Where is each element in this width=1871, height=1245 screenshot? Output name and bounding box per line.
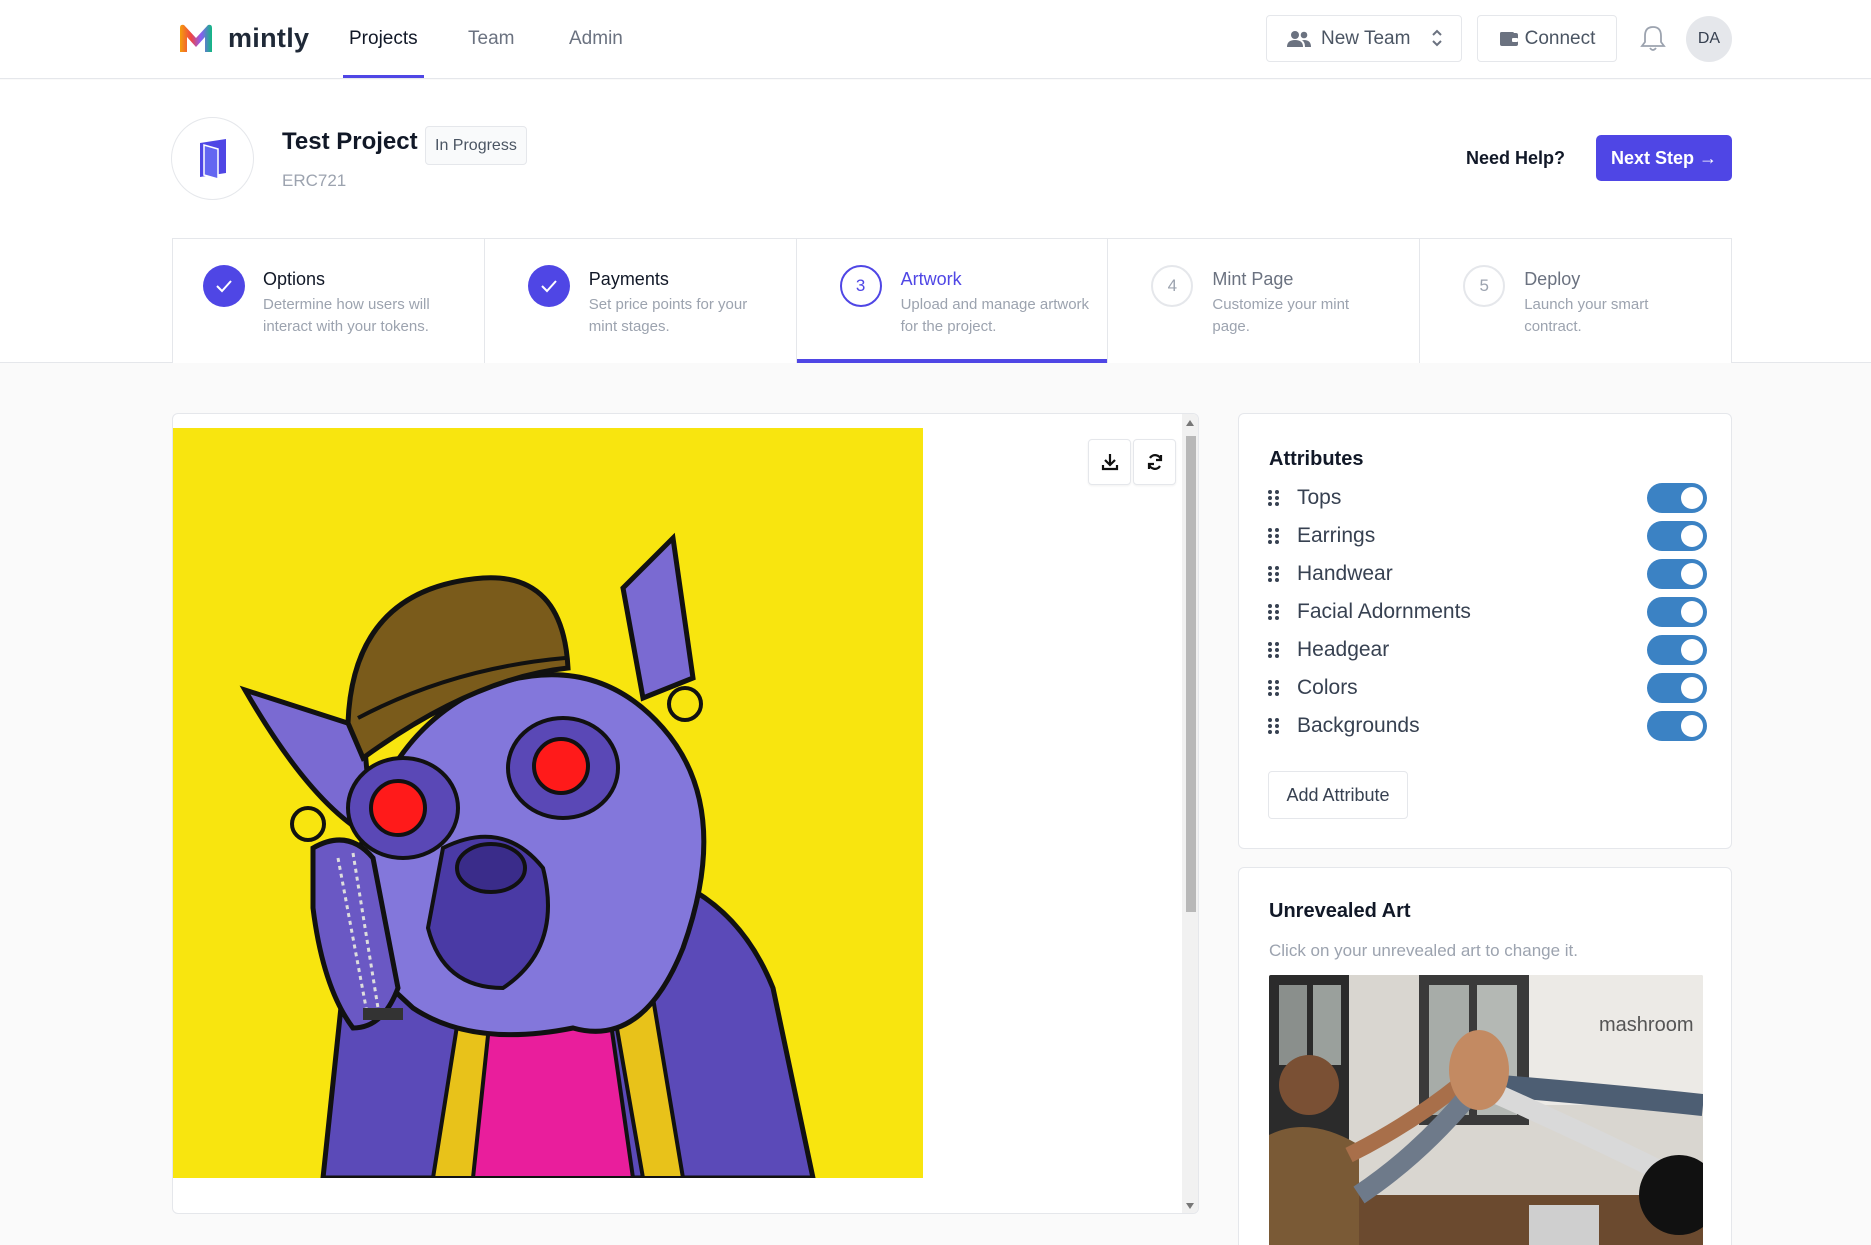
unrevealed-subtitle: Click on your unrevealed art to change i… [1269, 941, 1579, 960]
drag-handle-icon[interactable] [1267, 717, 1281, 735]
drag-handle-icon[interactable] [1267, 679, 1281, 697]
step-description: Customize your mint page. [1212, 296, 1350, 335]
app-logo[interactable]: mintly [178, 22, 309, 54]
scroll-thumb[interactable] [1186, 436, 1196, 912]
unrevealed-art-card: Unrevealed Art Click on your unrevealed … [1238, 867, 1732, 1245]
attribute-row[interactable]: Headgear [1267, 635, 1707, 665]
attribute-toggle[interactable] [1647, 673, 1707, 703]
connect-label: Connect [1524, 27, 1596, 49]
attribute-toggle[interactable] [1647, 521, 1707, 551]
drag-handle-icon[interactable] [1267, 603, 1281, 621]
bell-icon[interactable] [1640, 24, 1666, 52]
step-complete-indicator [203, 265, 245, 307]
step-deploy[interactable]: 5 Deploy Launch your smart contract. [1420, 239, 1731, 363]
step-description: Set price points for your mint stages. [588, 296, 748, 335]
mintly-logo-icon [180, 24, 212, 52]
refresh-icon [1147, 454, 1162, 470]
attribute-label: Tops [1297, 486, 1342, 509]
nav-tab-team[interactable]: Team [468, 28, 514, 50]
step-title: Deploy [1524, 269, 1581, 289]
need-help-link[interactable]: Need Help? [1466, 148, 1565, 169]
chevron-updown-icon [1432, 29, 1442, 47]
step-artwork[interactable]: 3 Artwork Upload and manage artwork for … [796, 239, 1109, 363]
step-title: Options [263, 269, 326, 289]
wizard-steps: Options Determine how users will interac… [172, 238, 1732, 363]
check-icon [541, 280, 557, 293]
attribute-row[interactable]: Backgrounds [1267, 711, 1707, 741]
nav-tab-projects[interactable]: Projects [349, 28, 418, 50]
step-number: 5 [1463, 265, 1506, 307]
step-title: Artwork [900, 269, 962, 289]
attribute-toggle[interactable] [1647, 483, 1707, 513]
unrevealed-art-image[interactable]: mashroom [1269, 975, 1703, 1245]
preview-scrollbar[interactable] [1182, 414, 1198, 1213]
step-title: Payments [588, 269, 669, 289]
attribute-toggle[interactable] [1647, 635, 1707, 665]
attribute-toggle[interactable] [1647, 711, 1707, 741]
status-badge: In Progress [425, 126, 527, 165]
unrevealed-title: Unrevealed Art [1269, 900, 1411, 922]
attribute-row[interactable]: Facial Adornments [1267, 597, 1707, 627]
connect-wallet-button[interactable]: Connect [1477, 15, 1617, 62]
attribute-row[interactable]: Earrings [1267, 521, 1707, 551]
step-number: 4 [1151, 265, 1194, 307]
wallet-icon [1499, 31, 1518, 46]
scroll-up-arrow[interactable] [1186, 420, 1194, 426]
download-icon [1101, 454, 1118, 471]
wall-sign-text: mashroom [1599, 1014, 1693, 1036]
step-payments[interactable]: Payments Set price points for your mint … [485, 239, 797, 363]
step-number: 3 [839, 265, 882, 307]
attribute-row[interactable]: Colors [1267, 673, 1707, 703]
artwork-preview-panel [172, 413, 1199, 1214]
step-description: Launch your smart contract. [1524, 296, 1649, 335]
nft-artwork-illustration [173, 428, 923, 1181]
team-select[interactable]: New Team [1266, 15, 1462, 62]
step-description: Upload and manage artwork for the projec… [900, 296, 1090, 335]
project-icon [171, 117, 254, 200]
top-nav: mintly Projects Team Admin New Team Conn… [0, 0, 1871, 79]
drag-handle-icon[interactable] [1267, 527, 1281, 545]
check-icon [216, 280, 232, 293]
download-button[interactable] [1088, 439, 1131, 485]
step-complete-indicator [527, 265, 570, 307]
attribute-label: Handwear [1297, 562, 1393, 585]
book-icon [199, 138, 226, 180]
app-name: mintly [228, 22, 310, 53]
team-high-five-photo: mashroom [1269, 975, 1703, 1245]
user-avatar[interactable]: DA [1686, 16, 1732, 62]
project-standard: ERC721 [282, 171, 347, 190]
active-tab-indicator [343, 75, 424, 78]
attribute-label: Earrings [1297, 524, 1376, 547]
attribute-row[interactable]: Handwear [1267, 559, 1707, 589]
attribute-label: Facial Adornments [1297, 600, 1471, 623]
refresh-button[interactable] [1133, 439, 1176, 485]
attributes-title: Attributes [1269, 448, 1364, 470]
attribute-label: Backgrounds [1297, 714, 1420, 737]
next-step-button[interactable]: Next Step → [1596, 135, 1732, 181]
drag-handle-icon[interactable] [1267, 565, 1281, 583]
scroll-down-arrow[interactable] [1186, 1203, 1194, 1209]
attribute-row[interactable]: Tops [1267, 483, 1707, 513]
attributes-card: Attributes Tops Earrings Handwear Facial… [1238, 413, 1732, 849]
attribute-toggle[interactable] [1647, 597, 1707, 627]
artwork-toolbar [1088, 439, 1176, 485]
users-icon [1287, 30, 1311, 47]
nav-tab-admin[interactable]: Admin [569, 28, 623, 50]
attribute-label: Headgear [1297, 638, 1390, 661]
step-title: Mint Page [1212, 269, 1294, 289]
step-mint-page[interactable]: 4 Mint Page Customize your mint page. [1108, 239, 1421, 363]
project-title: Test Project [282, 128, 418, 155]
attribute-label: Colors [1297, 676, 1358, 699]
step-description: Determine how users will interact with y… [263, 296, 430, 335]
artwork-image[interactable] [173, 428, 923, 1181]
attribute-toggle[interactable] [1647, 559, 1707, 589]
step-options[interactable]: Options Determine how users will interac… [173, 239, 485, 363]
drag-handle-icon[interactable] [1267, 489, 1281, 507]
team-select-value: New Team [1321, 27, 1411, 49]
drag-handle-icon[interactable] [1267, 641, 1281, 659]
add-attribute-button[interactable]: Add Attribute [1268, 771, 1408, 819]
